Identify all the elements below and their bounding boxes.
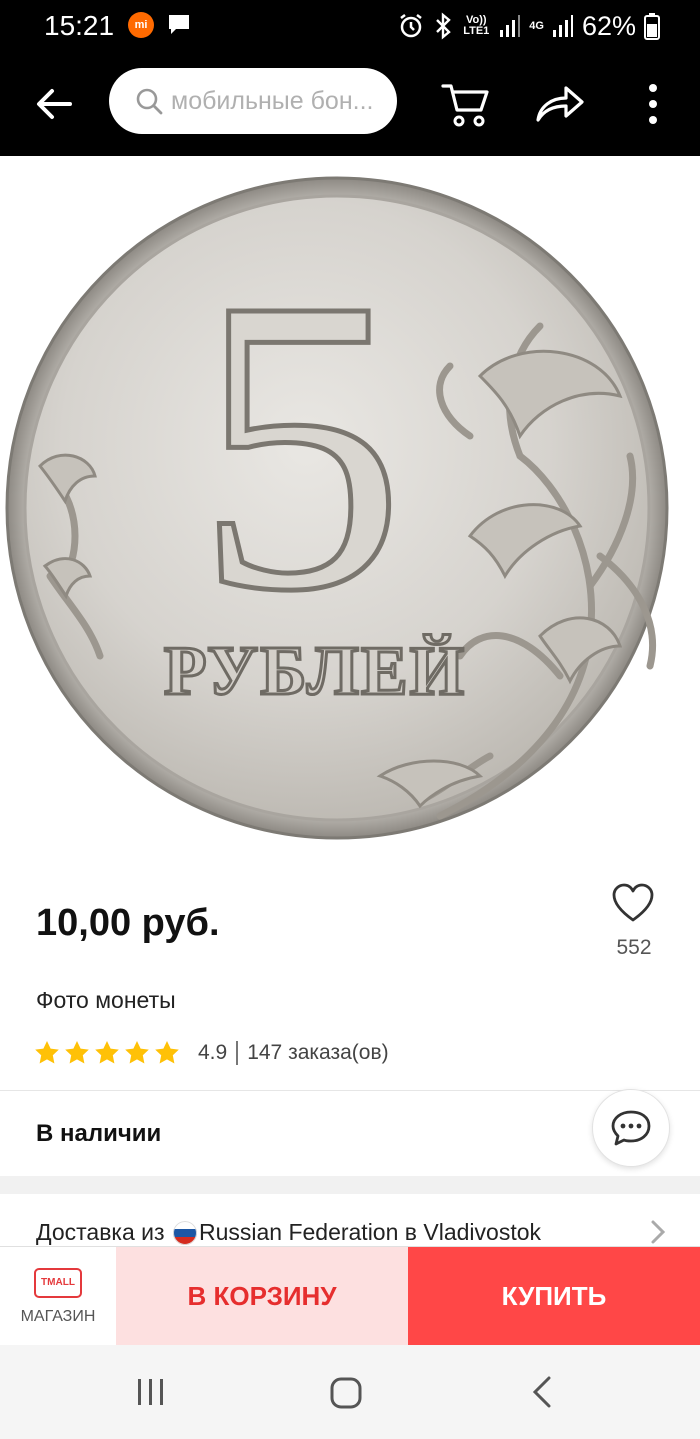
- 4g-indicator: 4G: [529, 19, 544, 32]
- rating-value: 4.9: [198, 1041, 228, 1064]
- add-to-cart-button[interactable]: В КОРЗИНУ: [116, 1247, 408, 1346]
- coin-image: 5 РУБЛЕЙ: [5, 176, 669, 840]
- more-vertical-icon[interactable]: [638, 80, 668, 128]
- bluetooth-icon: [436, 12, 452, 40]
- star-icon: [65, 1041, 89, 1064]
- nav-back-icon[interactable]: [530, 1375, 554, 1409]
- home-icon[interactable]: [330, 1377, 362, 1409]
- recent-apps-icon[interactable]: [136, 1377, 166, 1407]
- back-arrow-icon[interactable]: [32, 82, 76, 126]
- status-indicators: Vo)) LTE1 4G 62%: [397, 8, 660, 44]
- battery-percent: 62%: [581, 10, 636, 41]
- coin-denomination: 5: [195, 212, 405, 677]
- delivery-info[interactable]: Доставка из Russian Federation в Vladivo…: [36, 1219, 541, 1246]
- orders-count: 147 заказа(ов): [247, 1041, 389, 1064]
- message-icon: [169, 15, 189, 34]
- alarm-icon: [400, 14, 423, 38]
- lte-indicator: Vo)) LTE1: [463, 14, 490, 37]
- rating-separator: [236, 1041, 239, 1065]
- tmall-logo: TMALL: [34, 1267, 82, 1298]
- battery-icon: [644, 13, 660, 40]
- divider: [0, 1090, 700, 1091]
- store-button[interactable]: TMALL МАГАЗИН: [0, 1247, 116, 1346]
- signal-icon-2: [552, 15, 573, 37]
- heart-icon[interactable]: [611, 882, 655, 924]
- search-placeholder: мобильные бон...: [171, 86, 374, 115]
- price: 10,00 руб.: [36, 902, 220, 944]
- buy-now-button[interactable]: КУПИТЬ: [408, 1247, 700, 1346]
- stock-status: В наличии: [36, 1120, 162, 1147]
- cart-icon[interactable]: [440, 78, 492, 130]
- product-image[interactable]: 5 РУБЛЕЙ: [0, 156, 700, 856]
- product-title: Фото монеты: [36, 987, 176, 1013]
- status-time: 15:21: [44, 10, 115, 41]
- status-bar: 15:21 mi Vo)) LTE1 4G 62%: [0, 0, 700, 52]
- search-icon: [136, 88, 163, 115]
- chevron-right-icon[interactable]: [648, 1218, 668, 1246]
- signal-icon: [500, 15, 521, 37]
- delivery-route: Russian Federation в Vladivostok: [198, 1219, 542, 1245]
- star-icon: [155, 1041, 179, 1064]
- star-icon: [95, 1041, 119, 1064]
- star-icon: [125, 1041, 149, 1064]
- mi-app-icon: mi: [128, 12, 154, 38]
- chat-button[interactable]: [592, 1089, 670, 1167]
- rating-row[interactable]: 4.9 147 заказа(ов): [34, 1036, 389, 1070]
- action-bar: TMALL МАГАЗИН В КОРЗИНУ КУПИТЬ: [0, 1246, 700, 1346]
- share-icon[interactable]: [534, 80, 586, 126]
- store-label: МАГАЗИН: [20, 1307, 96, 1325]
- search-input[interactable]: мобильные бон...: [109, 68, 397, 134]
- app-header: мобильные бон...: [0, 52, 700, 156]
- chat-bubble-icon: [611, 1110, 651, 1146]
- russia-flag-icon: [172, 1220, 197, 1245]
- delivery-prefix: Доставка из: [36, 1219, 171, 1245]
- coin-currency: РУБЛЕЙ: [164, 633, 466, 710]
- star-icon: [35, 1041, 59, 1064]
- favorites-count: 552: [616, 936, 652, 959]
- section-separator: [0, 1176, 700, 1194]
- system-nav-bar: [0, 1345, 700, 1439]
